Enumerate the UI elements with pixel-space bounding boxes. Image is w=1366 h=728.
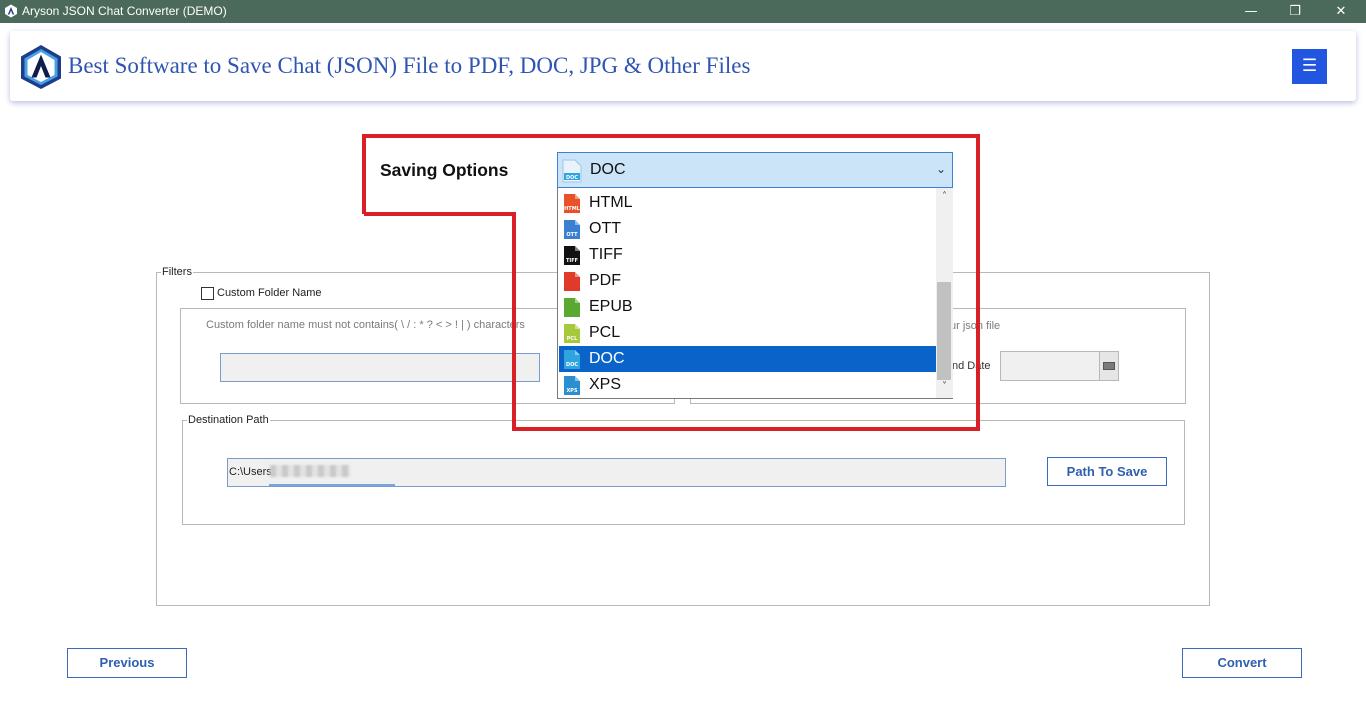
minimize-button[interactable]: — [1228,0,1274,23]
end-date-input[interactable] [1000,351,1100,381]
path-to-save-button[interactable]: Path To Save [1047,457,1167,486]
close-button[interactable]: ✕ [1318,0,1364,23]
filters-legend: Filters [161,266,193,279]
header-banner: Best Software to Save Chat (JSON) File t… [10,31,1356,101]
window-title: Aryson JSON Chat Converter (DEMO) [22,4,227,18]
custom-folder-checkbox[interactable] [201,287,214,300]
redacted-path [270,465,350,477]
custom-folder-label: Custom Folder Name [217,287,322,299]
previous-button[interactable]: Previous [67,648,187,678]
destination-legend: Destination Path [187,414,270,427]
header-headline: Best Software to Save Chat (JSON) File t… [68,53,751,78]
calendar-icon [1103,362,1115,370]
path-underline [269,484,395,486]
red-highlight-outline [362,134,980,431]
window-title-bar: Aryson JSON Chat Converter (DEMO) — ❐ ✕ [0,0,1366,23]
aryson-logo-icon [21,45,61,89]
end-date-picker-button[interactable] [1099,351,1119,381]
destination-path-text: C:\Users [229,466,272,478]
convert-button[interactable]: Convert [1182,648,1302,678]
app-logo-icon [5,4,17,18]
hamburger-icon: ☰ [1301,56,1318,76]
hamburger-menu-button[interactable]: ☰ [1292,49,1327,84]
maximize-button[interactable]: ❐ [1272,0,1318,23]
